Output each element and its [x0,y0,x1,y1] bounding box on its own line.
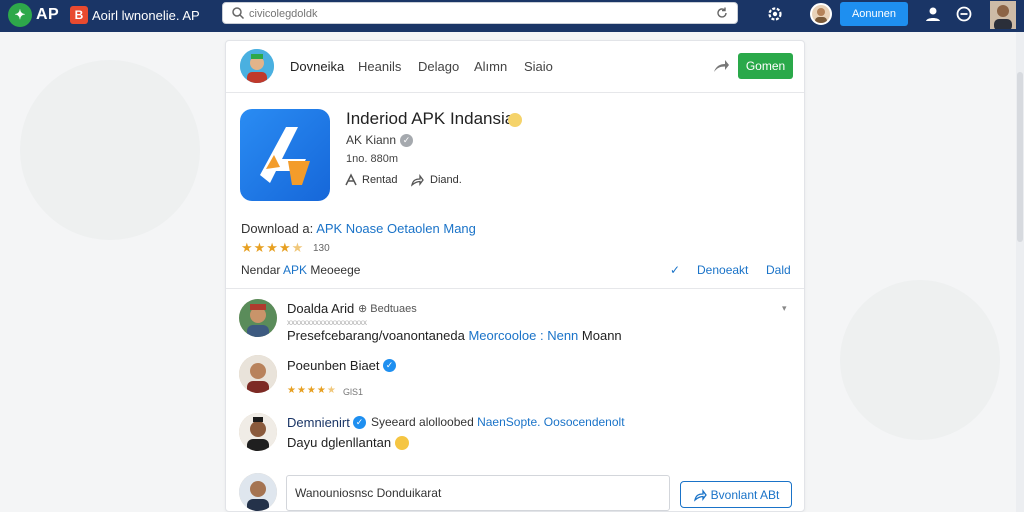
profile-avatar[interactable] [240,49,274,83]
share-arrow-icon [693,488,707,502]
comment-avatar[interactable] [239,299,277,337]
tab-heanils[interactable]: Heanils [358,59,401,74]
account-avatar[interactable] [990,1,1016,29]
link-denoeakt[interactable]: Denoeakt [697,263,748,277]
action-diand[interactable]: Diand. [430,174,462,186]
row3-link[interactable]: APK [283,263,307,277]
comment-subline: xxxxxxxxxxxxxxxxxxxx [287,318,367,327]
comment-text-suffix: Moann [581,328,622,343]
site-title[interactable]: Aoirl lwnonelie. AP [92,8,200,23]
comment-avatar[interactable] [239,355,277,393]
check-icon: ✓ [670,263,681,277]
tab-siaio[interactable]: Siaio [524,59,553,74]
gear-icon[interactable] [766,5,784,23]
comment-rating-count: GlS1 [343,387,364,397]
user-avatar[interactable] [810,3,832,25]
search-input[interactable] [249,6,709,21]
reply-avatar[interactable] [239,473,277,511]
comment-text: Presefcebarang/voanontaneda Meorcooloe :… [287,328,622,343]
comment-author[interactable]: Poeunben Biaet [287,358,380,373]
primary-action-button[interactable]: Aonunen [840,2,908,26]
share-icon[interactable] [712,57,730,75]
tab-alimn[interactable]: Alımn [474,59,507,74]
app-developer[interactable]: AK Kiann [346,133,396,147]
smile-icon [508,113,522,127]
chevron-down-icon[interactable]: ▾ [782,303,787,314]
comment-avatar[interactable] [239,413,277,451]
reload-icon[interactable] [715,6,729,20]
card-header: Dovneika Heanils Delago Alımn Siaio Gome… [226,41,804,93]
app-icon[interactable] [240,109,330,201]
submit-reply-button[interactable]: Bvonlant ABt [680,481,792,508]
app-title: Inderiod APK Indansia [346,109,515,128]
download-line: Download a: APK Noase Oetaolen Mang [241,221,476,236]
rent-icon[interactable] [344,173,358,187]
logo-leaf-icon[interactable]: ✦ [8,3,32,27]
comment-author[interactable]: Doalda Arid [287,301,354,316]
search-icon [232,7,245,20]
green-action-button[interactable]: Gomen [738,53,793,79]
logo-badge: B [70,6,88,24]
scrollbar[interactable] [1016,32,1024,512]
comment-text-prefix: Presefcebarang/voanontaneda [287,328,465,343]
tab-dovneika[interactable]: Dovneika [290,59,344,74]
smile-icon [395,436,409,450]
top-navigation-bar: ✦ AP B Aoirl lwnonelie. AP Aonunen [0,0,1024,32]
reply-field[interactable] [286,475,670,511]
download-prefix: Download a: [241,221,314,236]
scrollbar-thumb[interactable] [1017,72,1023,242]
action-rentad[interactable]: Rentad [362,174,397,186]
download-link[interactable]: APK Noase Oetaolen Mang [316,221,476,236]
tab-delago[interactable]: Delago [418,59,459,74]
comment-meta: ⊕ Bedtuaes [358,303,417,315]
app-card: Dovneika Heanils Delago Alımn Siaio Gome… [225,40,805,512]
logo-text[interactable]: AP [36,6,59,24]
divider [226,288,804,289]
settings-circle-icon[interactable] [955,5,973,23]
info-row: Nendar APK Meoeege [241,263,360,277]
comment-author[interactable]: Demnienirt [287,415,350,430]
row3-prefix: Nendar [241,263,281,277]
rating-count: 130 [313,243,330,254]
verified-icon: ✓ [353,416,366,429]
link-dald[interactable]: Dald [766,263,791,277]
user-profile-icon[interactable] [924,5,942,23]
comment-meta: Syeeard alolloobed NaenSopte. Oosocenden… [371,415,625,429]
background-shape [840,280,1000,440]
submit-reply-label: Bvonlant ABt [710,487,780,502]
row3-text: Meoeege [310,263,361,277]
app-size: 1no. 880m [346,153,398,165]
rating-stars: ★★★★★ [241,240,305,255]
verified-icon: ✓ [383,359,396,372]
verified-icon: ✓ [400,134,413,147]
share-arrow-icon[interactable] [410,173,424,187]
comment-meta-text: Bedtuaes [370,303,417,315]
comment-rating-stars: ★★★★★ [287,385,337,396]
search-bar[interactable] [222,2,738,24]
comment-text-link[interactable]: Meorcooloe : Nenn [468,328,578,343]
background-shape [20,60,200,240]
comment-meta-link[interactable]: NaenSopte. Oosocendenolt [477,415,624,429]
comment-meta-text: Syeeard alolloobed [371,415,474,429]
comment-text: Dayu dglenllantan [287,435,392,450]
